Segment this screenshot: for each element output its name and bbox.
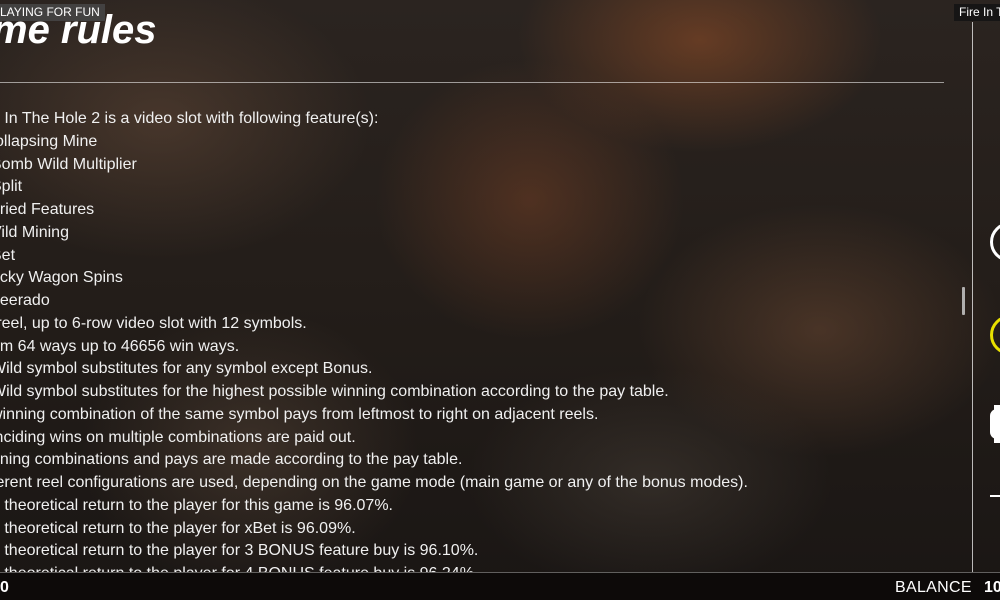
page-title: me rules [0, 8, 157, 52]
rule-line: uried Features [0, 201, 95, 218]
rule-line: e theoretical return to the player for 3… [0, 542, 479, 560]
rule-line: inciding wins on multiple combinations a… [0, 428, 356, 446]
rule-line: winning combination of the same symbol p… [0, 405, 599, 423]
rule-line: e theoretical return to the player for 4… [0, 563, 948, 572]
rule-line: ollapsing Mine [0, 132, 98, 150]
rule-line: beerado [0, 292, 50, 309]
rule-line: Vild Mining [0, 223, 69, 241]
rules-list: e In The Hole 2 is a video slot with fol… [0, 108, 948, 572]
menu-icon[interactable] [990, 495, 1000, 497]
balance-value: 10 [984, 579, 1000, 596]
rule-line: -reel, up to 6-row video slot with 12 sy… [0, 314, 307, 332]
rule-line: ferent reel configurations are used, dep… [0, 474, 748, 491]
rule-line: ucky Wagon Spins [0, 269, 123, 287]
bet-value: 0 [0, 579, 9, 596]
settings-icon[interactable] [990, 405, 1000, 443]
side-panel-divider [972, 22, 973, 572]
title-divider [0, 82, 944, 83]
rule-line: e theoretical return to the player for x… [0, 519, 356, 537]
balance-label: BALANCE [895, 579, 972, 596]
rule-line: e In The Hole 2 is a video slot with fol… [0, 110, 379, 127]
rules-scroll-area[interactable]: e In The Hole 2 is a video slot with fol… [0, 108, 948, 572]
rule-line: nning combinations and pays are made acc… [0, 451, 463, 469]
game-name-badge: Fire In T [954, 4, 1000, 21]
bottom-status-bar: 0 BALANCE 10 [0, 572, 1000, 600]
rule-line: Wild symbol substitutes for any symbol e… [0, 360, 373, 378]
rule-line: om 64 ways up to 46656 win ways. [0, 337, 240, 355]
rule-line: Bet [0, 246, 16, 264]
rule-line: Wild symbol substitutes for the highest … [0, 383, 669, 400]
rule-line: e theoretical return to the player for t… [0, 496, 393, 514]
rules-scrollbar-thumb[interactable] [962, 287, 965, 315]
rule-line: Split [0, 178, 23, 196]
rule-line: Bomb Wild Multiplier [0, 155, 137, 173]
